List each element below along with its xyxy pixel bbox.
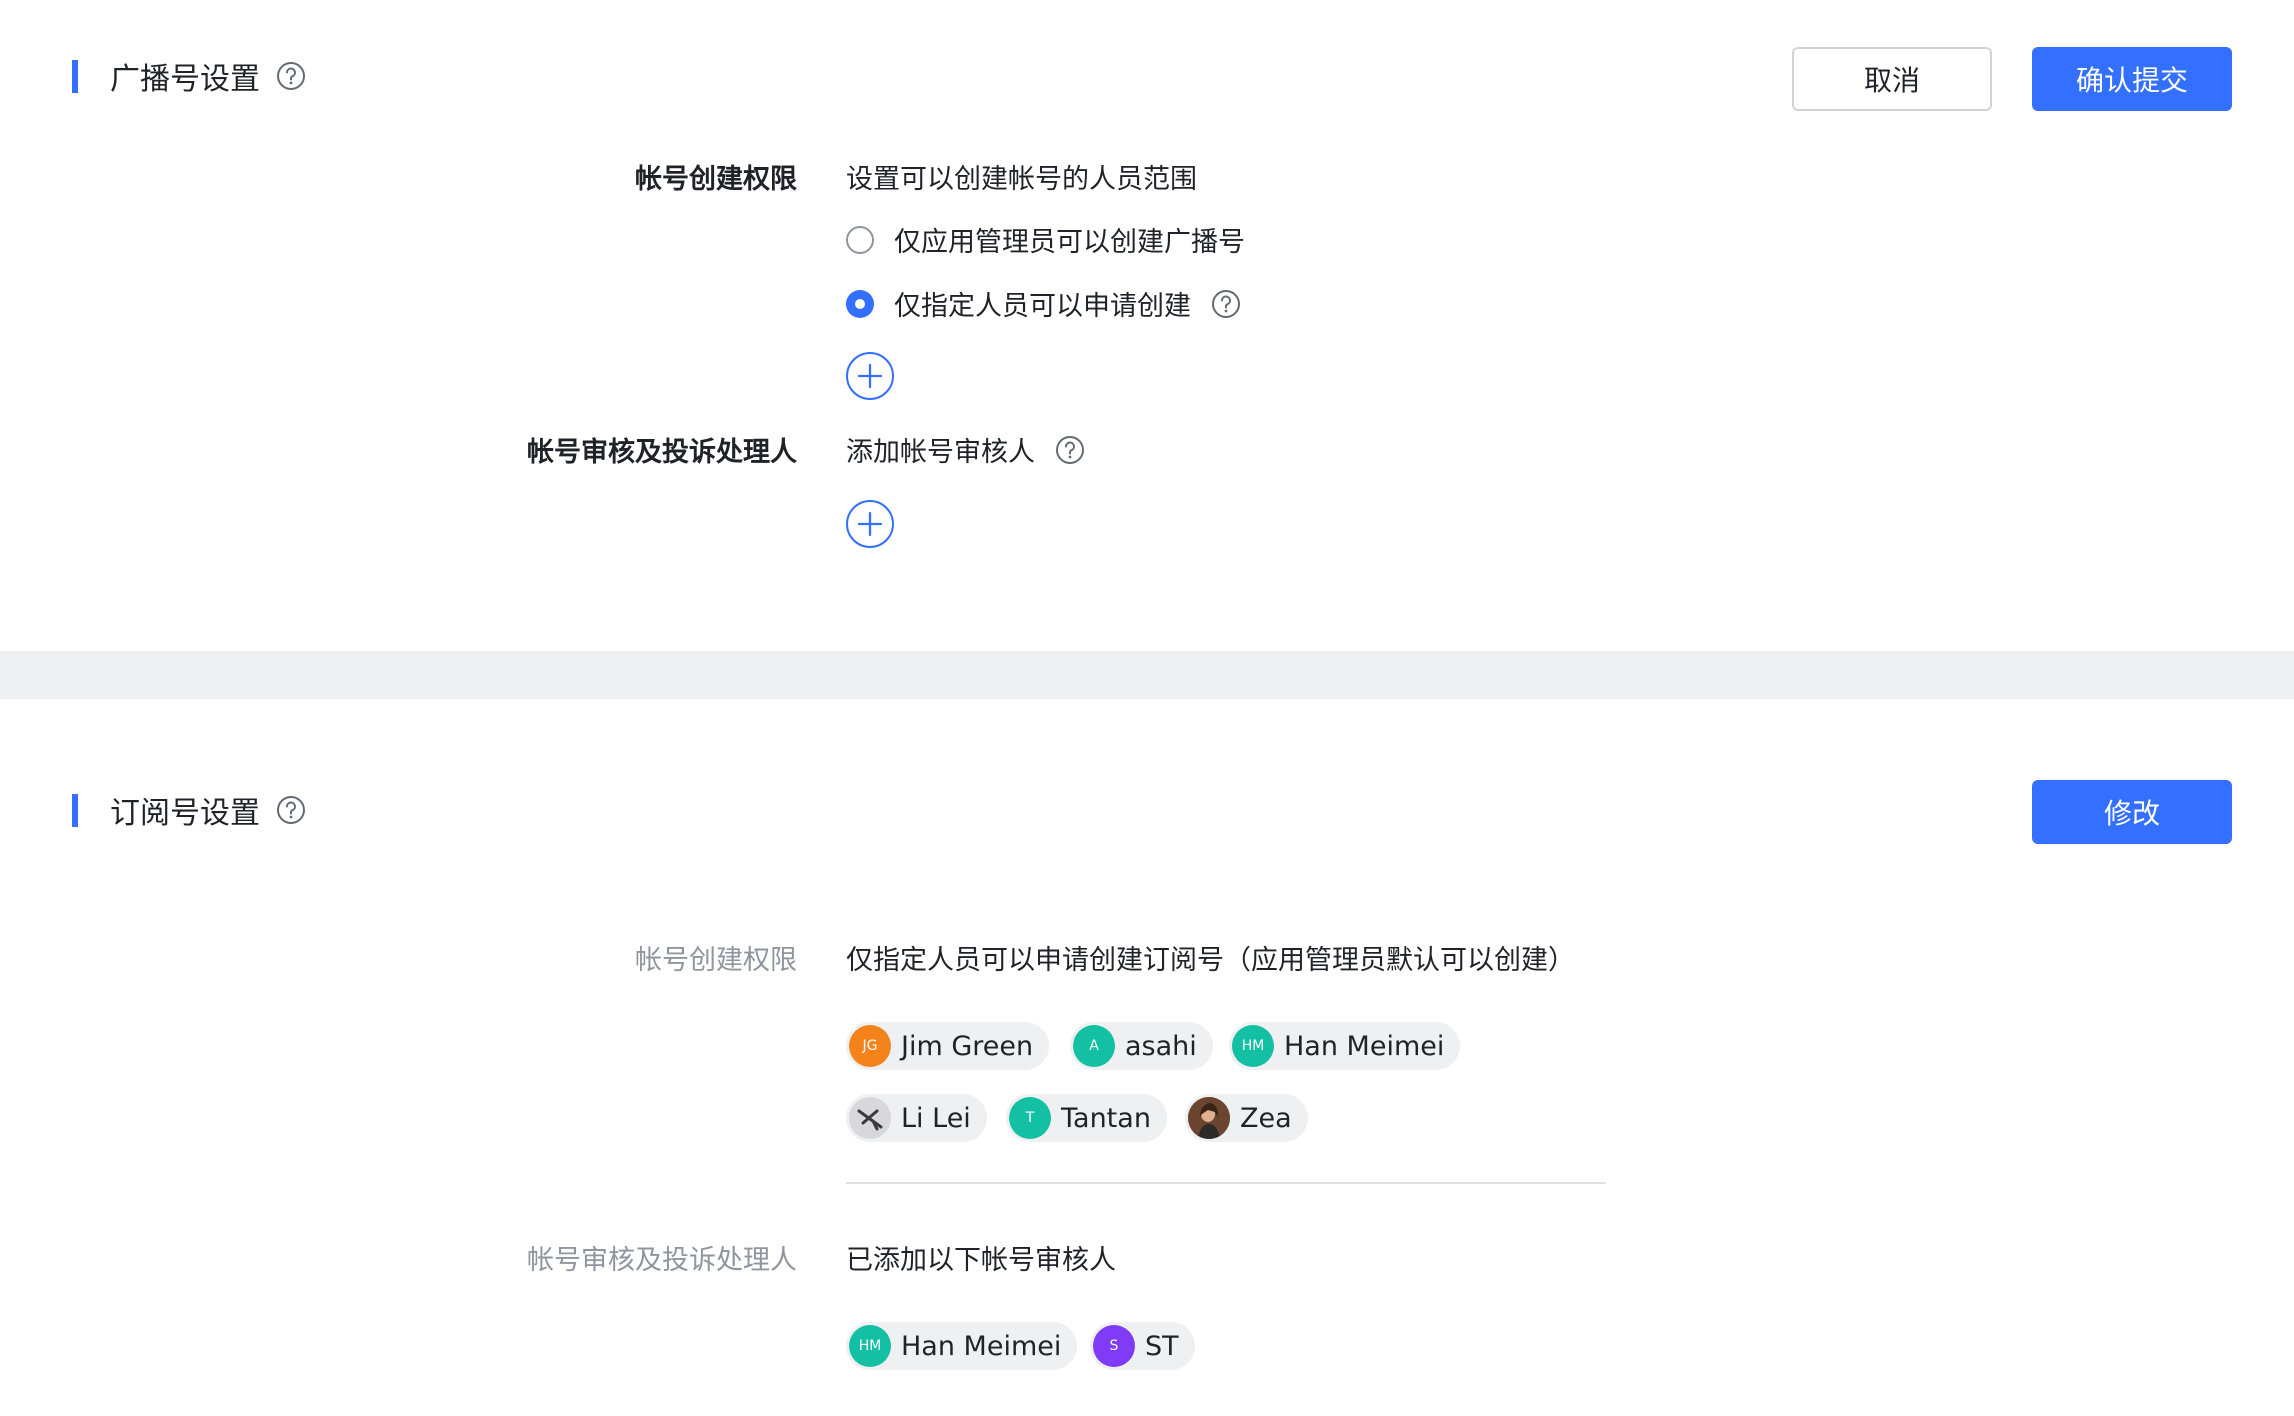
reviewer-description: 添加帐号审核人: [846, 437, 1035, 468]
reviewer-value: 已添加以下帐号审核人: [846, 1245, 1116, 1276]
user-chip[interactable]: HM Han Meimei: [1229, 1022, 1461, 1070]
user-chip[interactable]: Li Lei: [846, 1094, 987, 1142]
avatar: A: [1073, 1025, 1115, 1067]
create-permission-label: 帐号创建权限: [635, 945, 797, 976]
subscription-section-header: 订阅号设置: [72, 788, 306, 832]
radio-admin-only[interactable]: 仅应用管理员可以创建广播号: [846, 220, 1245, 259]
radio-selected-icon[interactable]: [846, 289, 874, 318]
help-icon[interactable]: [276, 795, 306, 825]
create-permission-value: 仅指定人员可以申请创建订阅号（应用管理员默认可以创建）: [846, 945, 1575, 976]
plus-icon: [857, 511, 883, 537]
user-chip[interactable]: JG Jim Green: [846, 1022, 1050, 1070]
reviewer-label: 帐号审核及投诉处理人: [527, 437, 797, 468]
avatar: S: [1093, 1325, 1135, 1367]
user-chip-name: Zea: [1240, 1102, 1292, 1134]
avatar-photo-icon: [849, 1097, 891, 1139]
add-creator-button[interactable]: [846, 352, 894, 400]
field-divider: [846, 1182, 1606, 1184]
plus-icon: [857, 363, 883, 389]
avatar: JG: [849, 1025, 891, 1067]
user-chip[interactable]: HM Han Meimei: [846, 1322, 1078, 1370]
broadcast-settings-section: 广播号设置 取消 确认提交 帐号创建权限 设置可以创建帐号的人员范围 仅应用管理…: [0, 0, 2294, 651]
user-chip-name: Han Meimei: [901, 1330, 1062, 1362]
subscription-section-title: 订阅号设置: [110, 796, 260, 831]
user-chip-name: Li Lei: [901, 1102, 971, 1134]
create-permission-label: 帐号创建权限: [635, 164, 797, 195]
user-chip[interactable]: Zea: [1185, 1094, 1308, 1142]
radio-specified-people-label: 仅指定人员可以申请创建: [894, 291, 1191, 322]
user-chip-name: asahi: [1125, 1030, 1197, 1062]
user-chip-name: Han Meimei: [1284, 1030, 1445, 1062]
cancel-button[interactable]: 取消: [1792, 47, 1992, 111]
help-icon[interactable]: [1211, 289, 1241, 319]
section-divider-gap: [0, 651, 2294, 699]
broadcast-section-title: 广播号设置: [110, 62, 260, 97]
confirm-submit-button[interactable]: 确认提交: [2032, 47, 2232, 111]
help-icon[interactable]: [276, 61, 306, 91]
broadcast-section-header: 广播号设置: [72, 54, 306, 98]
radio-admin-only-label: 仅应用管理员可以创建广播号: [894, 227, 1245, 258]
avatar-photo-icon: [1188, 1097, 1230, 1139]
reviewer-description-row: 添加帐号审核人: [846, 430, 1085, 469]
edit-button[interactable]: 修改: [2032, 780, 2232, 844]
avatar: T: [1009, 1097, 1051, 1139]
reviewer-label: 帐号审核及投诉处理人: [527, 1245, 797, 1276]
radio-unselected-icon[interactable]: [846, 225, 874, 254]
avatar: HM: [1232, 1025, 1274, 1067]
user-chip-name: Jim Green: [901, 1030, 1034, 1062]
add-reviewer-button[interactable]: [846, 500, 894, 548]
title-accent-bar: [72, 59, 78, 93]
avatar: HM: [849, 1325, 891, 1367]
title-accent-bar: [72, 793, 78, 827]
user-chip[interactable]: T Tantan: [1006, 1094, 1167, 1142]
user-chip-name: Tantan: [1061, 1102, 1151, 1134]
create-permission-description: 设置可以创建帐号的人员范围: [846, 164, 1197, 195]
radio-specified-people[interactable]: 仅指定人员可以申请创建: [846, 284, 1241, 323]
user-chip-name: ST: [1145, 1330, 1179, 1362]
user-chip[interactable]: A asahi: [1070, 1022, 1213, 1070]
user-chip[interactable]: S ST: [1090, 1322, 1195, 1370]
help-icon[interactable]: [1055, 435, 1085, 465]
